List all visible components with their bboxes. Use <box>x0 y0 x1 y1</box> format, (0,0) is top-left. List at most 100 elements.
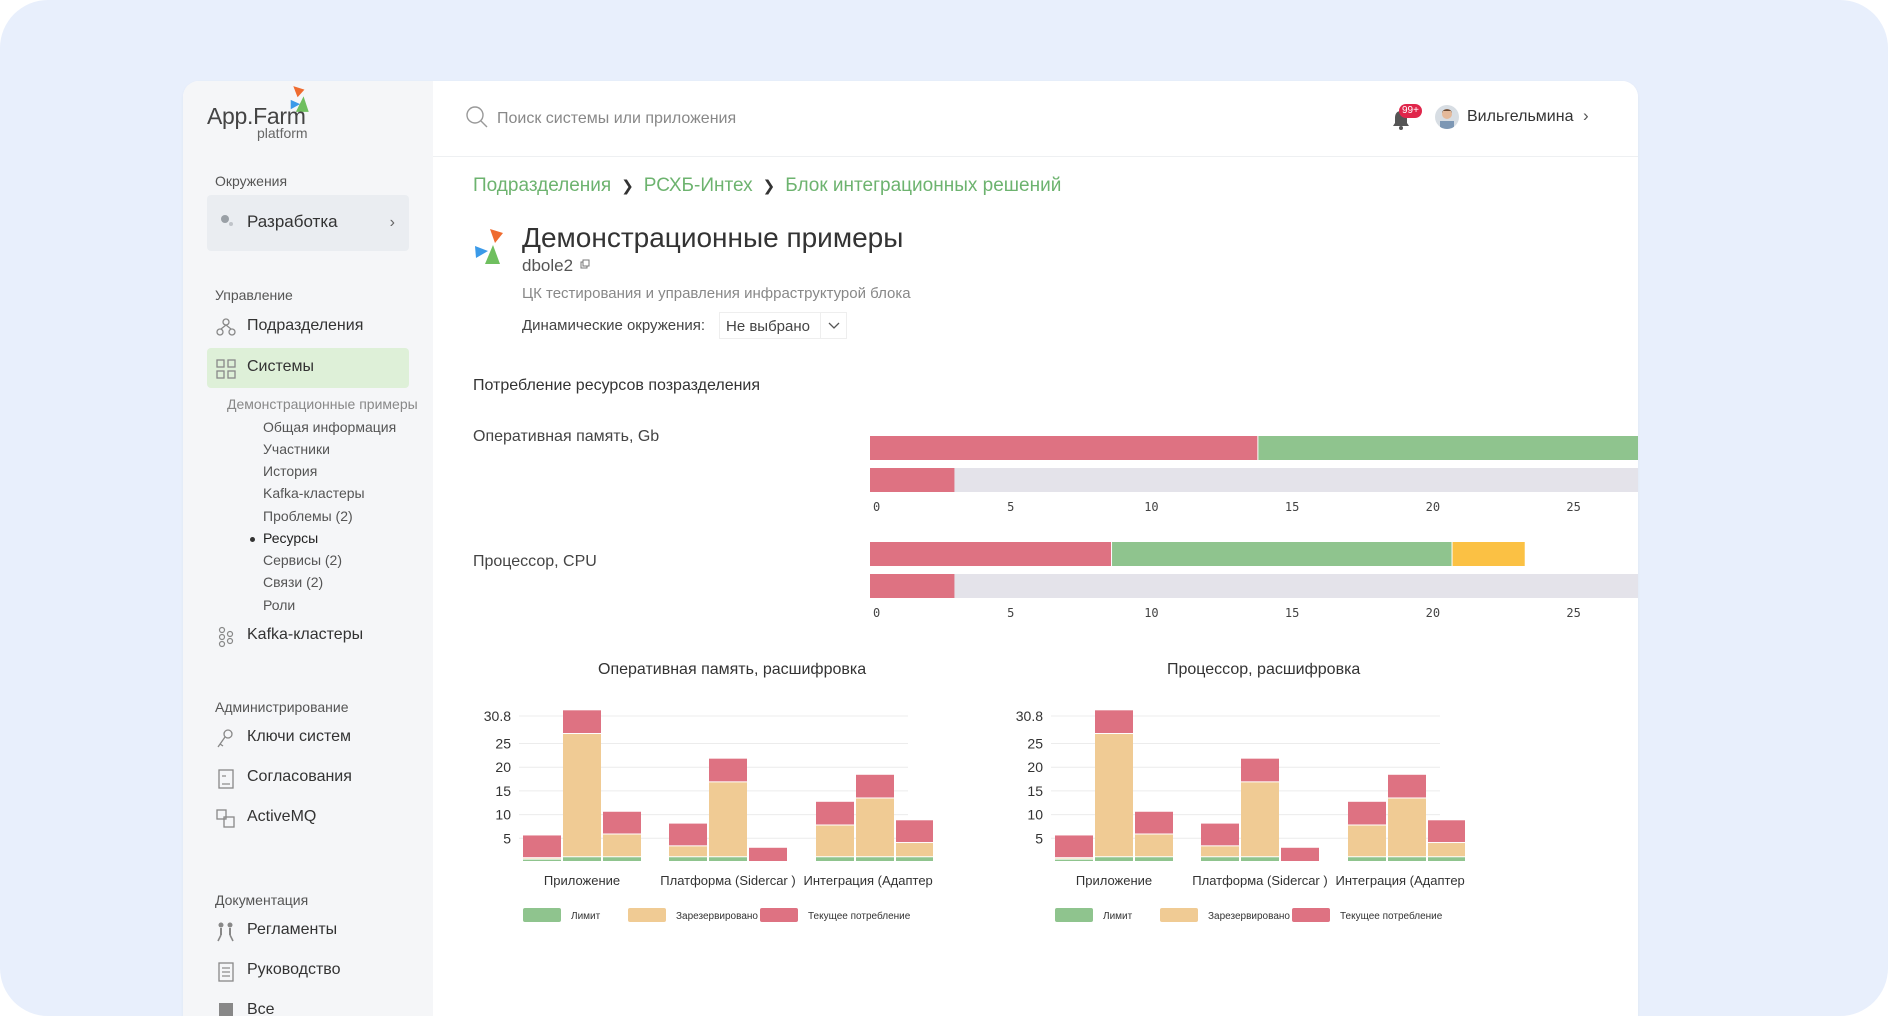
breadcrumb-block[interactable]: Блок интеграционных решений <box>785 175 1061 196</box>
sidebar-item-approvals[interactable]: Согласования <box>207 758 409 798</box>
breadcrumb-rshb[interactable]: РСХБ-Интех <box>644 175 753 196</box>
sidebar-item-systems[interactable]: Системы <box>207 348 409 388</box>
cpu-breakdown-chart: 5 10 15 20 25 30.8 Приложение Платформа (Siderc… <box>1016 708 1465 922</box>
x-tick-label: 20 <box>1426 606 1440 617</box>
bar-segment-limit <box>523 859 561 861</box>
system-nav-links[interactable]: Связи (2) <box>263 574 323 590</box>
sidebar-item-guide[interactable]: Руководство <box>207 951 409 991</box>
bar-segment-current <box>709 758 747 782</box>
docs-section-label: Документация <box>215 892 309 908</box>
bar-segment-limit <box>1388 857 1426 861</box>
header-divider <box>433 156 1638 157</box>
y-tick-label: 20 <box>1027 759 1043 775</box>
cpu-breakdown-title: Процессор, расшифровка <box>1167 661 1361 678</box>
sidebar-item-regulations[interactable]: Регламенты <box>207 911 409 951</box>
sidebar-item-label: Ключи систем <box>247 728 352 745</box>
background: App.Farm platform Окружения Разработка ›… <box>0 0 1888 1016</box>
system-nav-resources[interactable]: Ресурсы <box>263 530 318 546</box>
category-label: Интеграция (Адаптеры) <box>1336 873 1465 888</box>
section-title: Потребление ресурсов позразделения <box>473 377 761 394</box>
legend-swatch <box>523 908 561 922</box>
legend-label: Зарезервировано <box>676 911 758 922</box>
sidebar-item-kafka[interactable]: Kafka-кластеры <box>207 616 409 656</box>
search-input[interactable]: Поиск системы или приложения <box>465 105 965 133</box>
sidebar-item-system-keys[interactable]: Ключи систем <box>207 718 409 758</box>
sidebar-item-label: Регламенты <box>247 921 338 938</box>
page-description: ЦК тестирования и управления инфраструкт… <box>522 285 911 302</box>
system-nav-members[interactable]: Участники <box>263 441 330 457</box>
chevron-right-icon: ❯ <box>621 178 634 195</box>
bar-segment-limit <box>1095 857 1133 861</box>
search-placeholder: Поиск системы или приложения <box>497 110 737 127</box>
sidebar-item-all-docs[interactable]: Все <box>207 991 409 1016</box>
bar-segment-current <box>1348 801 1386 825</box>
people-icon <box>217 922 234 942</box>
bar-segment-current <box>669 823 707 846</box>
breadcrumb-divisions[interactable]: Подразделения <box>473 175 611 196</box>
bar-segment-reserved <box>1201 846 1239 857</box>
bar-segment-reserved <box>563 734 601 857</box>
bar-segment-current <box>563 710 601 734</box>
system-nav-general[interactable]: Общая информация <box>263 419 396 435</box>
dynamic-env-value: Не выбрано <box>726 318 810 335</box>
sidebar-item-divisions[interactable]: Подразделения <box>207 307 409 347</box>
file-icon <box>218 962 234 982</box>
usage-track <box>870 574 1638 598</box>
system-group-label[interactable]: Демонстрационные примеры <box>227 396 418 412</box>
system-nav-problems[interactable]: Проблемы (2) <box>263 508 353 524</box>
y-tick-label: 10 <box>495 807 511 823</box>
usage-fill <box>870 574 955 598</box>
avatar[interactable] <box>1435 105 1459 129</box>
grid-icon <box>216 359 236 379</box>
bar-segment-limit <box>816 857 854 861</box>
environment-selector[interactable]: Разработка › <box>207 195 409 251</box>
bar-segment-current <box>1281 847 1319 861</box>
user-name[interactable]: Вильгельмина <box>1467 108 1573 126</box>
environment-value: Разработка <box>247 212 338 231</box>
legend-label: Текущее потребление <box>1340 910 1443 922</box>
bar-segment-limit <box>1348 857 1386 861</box>
bar-segment-limit <box>1201 857 1239 861</box>
system-nav-services[interactable]: Сервисы (2) <box>263 552 342 568</box>
y-tick-label: 30.8 <box>1016 708 1043 724</box>
y-tick-label: 20 <box>495 759 511 775</box>
x-tick-label: 25 <box>1566 606 1580 617</box>
bar-segment-reserved <box>1135 834 1173 857</box>
bar-segment-reserved <box>896 843 933 857</box>
category-label: Платформа (Sidercar ) <box>1192 873 1327 888</box>
x-tick-label: 5 <box>1007 606 1014 617</box>
dynamic-env-arrow <box>820 313 846 338</box>
bar-segment-reserved <box>1095 734 1133 857</box>
copy-icon[interactable] <box>580 259 590 269</box>
stacked-segment-yellow <box>1452 542 1525 566</box>
dynamic-env-select[interactable]: Не выбрано <box>719 312 847 339</box>
cpu-usage-chart: 0 5 10 15 20 25 28 <box>870 542 1638 617</box>
sidebar-item-label: Все <box>247 1001 275 1016</box>
chevron-down-icon <box>828 322 840 329</box>
category-label: Платформа (Sidercar ) <box>660 873 795 888</box>
system-nav-roles[interactable]: Роли <box>263 597 295 613</box>
bar-segment-current <box>523 835 561 858</box>
x-tick-label: 10 <box>1144 606 1158 617</box>
bar-segment-reserved <box>856 798 894 857</box>
category-label: Приложение <box>1076 873 1152 888</box>
book-icon <box>219 1003 233 1016</box>
x-tick-label: 15 <box>1285 500 1299 511</box>
legend-swatch <box>628 908 666 922</box>
chevron-right-icon: › <box>389 214 395 231</box>
system-nav-history[interactable]: История <box>263 463 317 479</box>
bar-segment-current <box>1055 835 1093 858</box>
chevron-right-icon[interactable]: › <box>1583 106 1589 126</box>
sidebar-item-label: Системы <box>247 358 315 375</box>
bar-segment-reserved <box>1348 825 1386 857</box>
bar-segment-current <box>1241 758 1279 782</box>
bar-segment-current <box>1388 774 1426 798</box>
sidebar-item-activemq[interactable]: ActiveMQ <box>207 798 409 838</box>
system-nav-kafka[interactable]: Kafka-кластеры <box>263 485 365 501</box>
bar-segment-reserved <box>816 825 854 857</box>
legend-label: Лимит <box>571 911 601 922</box>
queue-icon <box>216 809 235 828</box>
legend-label: Текущее потребление <box>808 910 911 922</box>
bar-segment-current <box>1201 823 1239 846</box>
env-dot-small <box>229 222 233 226</box>
